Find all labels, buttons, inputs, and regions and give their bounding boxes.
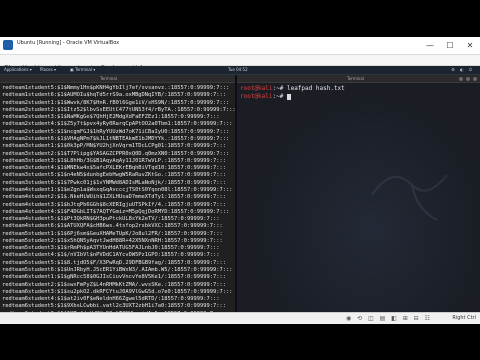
places-menu[interactable]: Places ▾ [40, 67, 56, 72]
prompt-path: :~# [272, 85, 284, 92]
left-terminal[interactable]: Terminal redteam1student5:$1$Nmmy1Hn$pKN… [0, 75, 235, 312]
close-button[interactable]: ✕ [460, 37, 480, 54]
terminal-line: redteam4student1:$1$eZgn1a$WsxqGqAvcccjT… [2, 186, 233, 193]
panel-clock: Tue 04:52 [228, 67, 248, 72]
terminal-line: redteam1student6:$1$AUMOIu$hqTd5rrS9a.ox… [2, 92, 226, 99]
terminal-line: redteam6student1:$1$gNRcc58$0GJIsCiuvVnc… [2, 274, 226, 281]
terminal-line: redteam3student4:$1$MNEkw4x$5afcPXLEKrEB… [2, 165, 226, 172]
terminal-menu[interactable]: ▣ Terminal ▾ [70, 67, 95, 72]
terminal-line: redteam6student2:$1$swxFmPyZ$L4nRHMkKtZM… [2, 281, 226, 288]
terminal-line: redteam2student3:$1$NaMKgGe$7QhHjE2MdgXd… [2, 114, 220, 121]
host-key-label: Right Ctrl [452, 315, 476, 321]
virtualbox-window: Ubuntu [Running] - Oracle VM VirtualBox … [0, 37, 480, 324]
terminal-line: redteam4student6:$1$ATUXQFA$cHB6ws.4tsfo… [2, 223, 223, 230]
maximize-button[interactable]: ☐ [440, 37, 460, 54]
window-titlebar: Ubuntu [Running] - Oracle VM VirtualBox … [0, 37, 480, 55]
terminal-close-icon[interactable] [473, 77, 477, 81]
right-terminal-header: Terminal [237, 75, 480, 83]
terminal-line: redteam3student3:$1$L8hHb/3G$B1AqyAqAy11… [2, 157, 226, 164]
terminal-line: redteam5student3:$1$rRmPh$pA3TYUnHdATUG5… [2, 245, 220, 252]
prompt-path: :~# [272, 93, 284, 100]
terminal-line: redteam3student5:$1$n4eN5$dunbgEebHwgW5R… [2, 172, 226, 179]
virtualbox-icon [3, 40, 13, 50]
terminal-line: redteam6student4:$1$at2iv0F$eNeldnH66Zgw… [2, 296, 220, 303]
minimize-button[interactable]: — [420, 37, 440, 54]
terminal-line: redteam4student3:$1$bJtqPb6GGh$8cXERIgju… [2, 201, 226, 208]
terminal-line: redteam3student6:$1$7Pwkc01j$1vYNMWd8ADI… [2, 179, 226, 186]
terminal-line: redteam6student5:$1$9XbsLCwbbi.vatl2c3UX… [2, 303, 226, 310]
terminal-cursor [286, 93, 291, 100]
command-text: leafpad hash.txt [283, 85, 345, 92]
kali-dragon-watermark [371, 174, 448, 221]
terminal-line: redteam4student4:$1$F4DGbLIT$7AQTYGmiz=M… [2, 208, 230, 215]
vm-display[interactable]: Applications ▾ Places ▾ ▣ Terminal ▾ Tue… [0, 66, 480, 312]
terminal-line: redteam5student5:$1$8.tjdO5$F/X3PwRqD.29… [2, 259, 226, 266]
terminal-line: redteam3student2:$1$T7Plipg$YASAGZCPPR0x… [2, 150, 230, 157]
terminal-line: redteam5student1:$1$6Pj6sm$GeuXHAMeTUpK/… [2, 230, 223, 237]
terminal-line: redteam1student5:$1$Nmmy1Hn$pKNH4gYbIlj7… [2, 85, 230, 91]
terminal-minimize-icon[interactable] [459, 77, 463, 81]
prompt-user: root@kali [240, 85, 273, 92]
panel-tray-icons[interactable]: ⚙ ◐ ⏻ [451, 67, 474, 72]
terminal-line: redteam2student5:$1$ncgmFGJ$1hRyYUUzWd7o… [2, 128, 230, 135]
applications-menu[interactable]: Applications ▾ [4, 67, 32, 72]
terminal-line: redteam2student4:$1$Z5y7t$pvx4yRy0RarqCp… [2, 121, 233, 128]
left-terminal-header: Terminal [0, 75, 235, 83]
device-status-icons[interactable]: ◉ ⟲ ◫ ▤ ◧ ⊞ ⊟ ☷ [346, 315, 432, 322]
terminal-line: redteam4student2:$1$.NkeHiWUih$1ZXLHUsaD… [2, 194, 226, 201]
left-terminal-title: Terminal [100, 76, 117, 81]
terminal-line: redteam6student3:$1$su2pkO2.dkRFCYtuJ0A9… [2, 288, 233, 295]
prompt-user: root@kali [240, 93, 273, 100]
terminal-line: redteam2student1:$1$Wwvk/8K7$HnR.fB0l6Gg… [2, 99, 230, 106]
terminal-line: redteam5student2:$1$x5hQN5yAqvtJwdH88R+4… [2, 237, 223, 244]
prompt-line-1: root@kali:~# leafpad hash.txt [240, 85, 345, 92]
vm-statusbar: ◉ ⟲ ◫ ▤ ◧ ⊞ ⊟ ☷ Right Ctrl [0, 312, 480, 324]
terminal-maximize-icon[interactable] [466, 77, 470, 81]
window-title: Ubuntu [Running] - Oracle VM VirtualBox [17, 40, 120, 46]
terminal-line: redteam5student4:$1$/nVIbVl$nPVDdC1AYcvD… [2, 252, 220, 259]
right-terminal[interactable]: Terminal root@kali:~# leafpad hash.txt r… [237, 75, 480, 312]
terminal-line: redteam2student2:$1$Itz52$lbvSsEEUtC477t… [2, 106, 235, 113]
terminal-line: redteam2student6:$1$VHAgNPm7$kJL1tNBTEAk… [2, 135, 230, 142]
shadow-file-output: redteam1student5:$1$Nmmy1Hn$pKNH4gYbIlj7… [2, 85, 235, 312]
terminal-line: redteam4student5:$1$Pt3QkRN$GH3puPtckUL8… [2, 216, 220, 223]
kali-top-panel: Applications ▾ Places ▾ ▣ Terminal ▾ Tue… [0, 66, 480, 75]
prompt-line-2: root@kali:~# [240, 93, 291, 100]
terminal-line: redteam5student6:$1$UnJRbyH.J5cER1YiBWxN… [2, 267, 233, 274]
right-terminal-title: Terminal [347, 76, 364, 81]
vm-menubar: FileMachineViewInputDevicesHelp [0, 55, 480, 72]
terminal-line: redteam3student1:$1$0k3pP/MN$YU2hjXnVqrm… [2, 143, 226, 150]
